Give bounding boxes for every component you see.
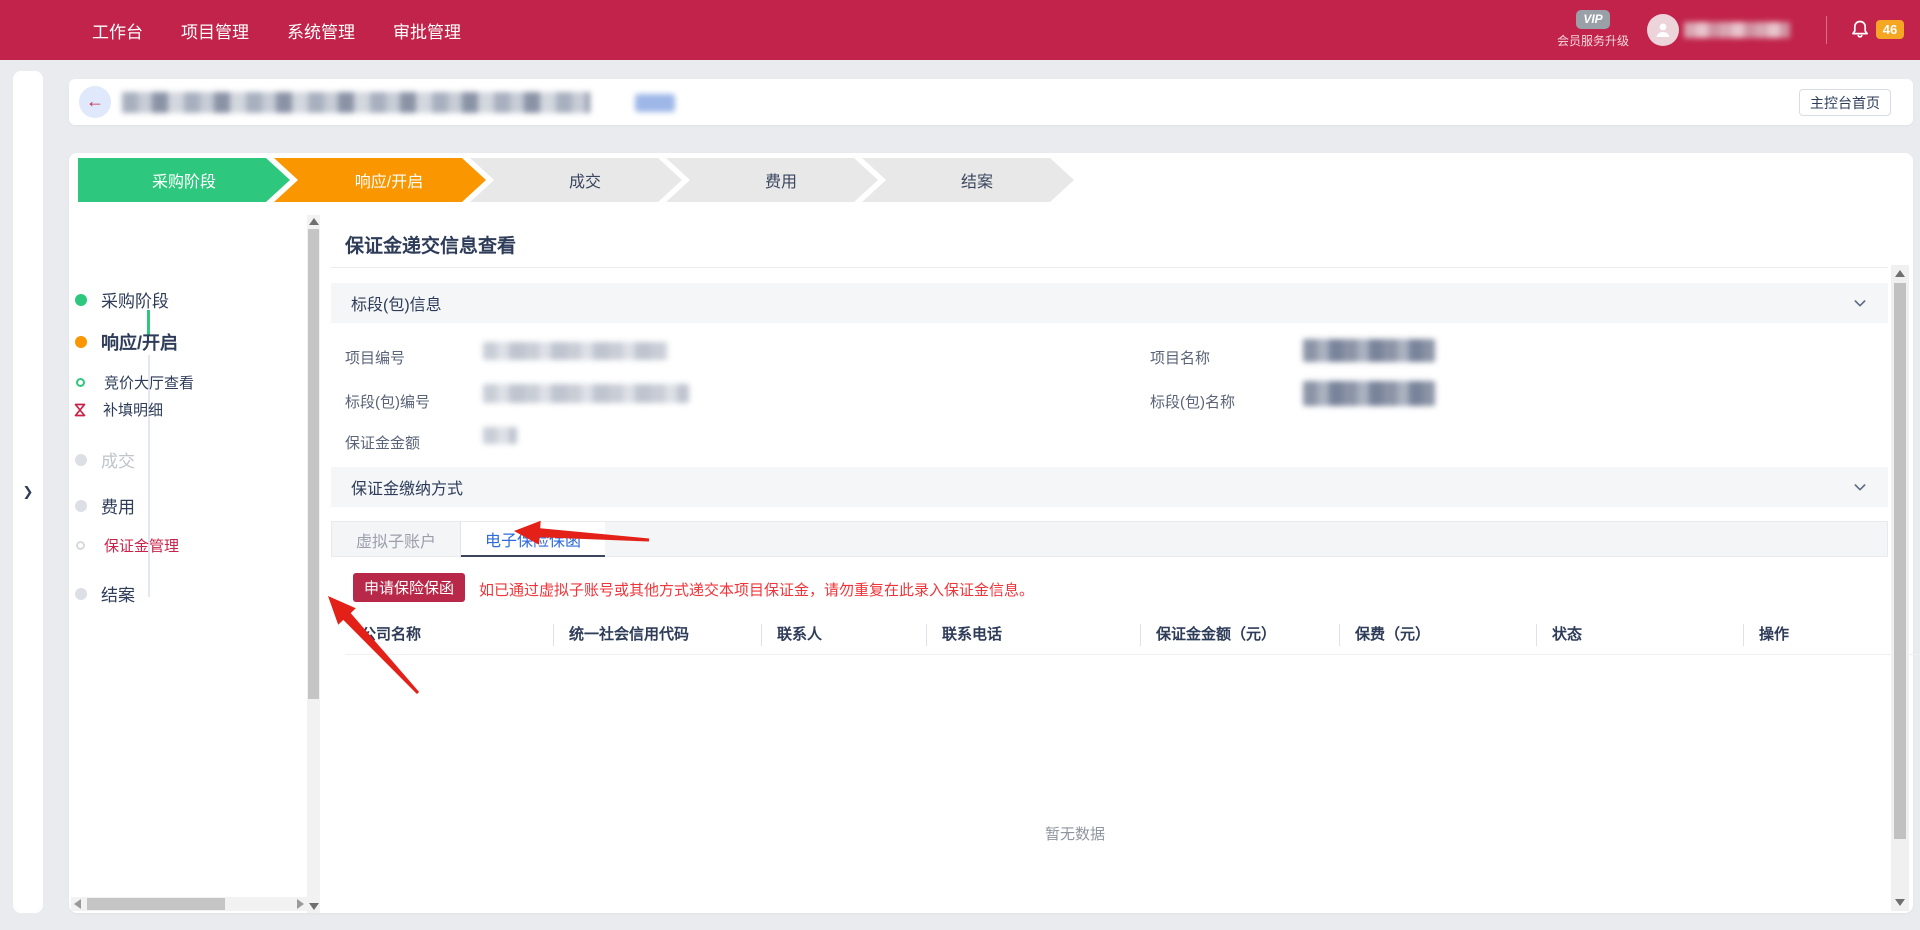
section-payment-method: 保证金缴纳方式 <box>331 467 1888 507</box>
redacted-status-chip <box>635 94 675 112</box>
step-closing[interactable]: 结案 <box>862 158 1074 202</box>
field-label-deposit-amount: 保证金金额 <box>345 432 420 453</box>
menu-item-system-management[interactable]: 系统管理 <box>287 18 355 43</box>
sidebar-label: 保证金管理 <box>104 535 179 556</box>
page-header-card: ← 主控台首页 <box>69 79 1913 125</box>
drawer-expand-chevron-icon[interactable]: ❯ <box>19 483 37 501</box>
section-title: 标段(包)信息 <box>351 291 442 315</box>
duplicate-deposit-warning: 如已通过虚拟子账号或其他方式递交本项目保证金，请勿重复在此录入保证金信息。 <box>479 579 1034 600</box>
step-deal[interactable]: 成交 <box>470 158 682 202</box>
column-contact-phone: 联系电话 <box>926 623 1140 644</box>
sidebar-label: 费用 <box>101 493 135 518</box>
gray-dot-icon <box>75 454 87 466</box>
collapse-chevron-icon[interactable] <box>1852 479 1868 495</box>
console-home-button[interactable]: 主控台首页 <box>1799 89 1891 116</box>
payment-tabs: 虚拟子账户 电子保险保函 <box>331 521 1888 557</box>
step-response-open[interactable]: 响应/开启 <box>274 158 486 202</box>
page-title: 保证金递交信息查看 <box>345 231 516 258</box>
orange-dot-icon <box>75 336 87 348</box>
main-panel: 保证金递交信息查看 标段(包)信息 项目编号 项目名称 标段(包)编号 标段(包… <box>262 211 1888 913</box>
tab-electronic-insurance-letter[interactable]: 电子保险保函 <box>461 521 605 557</box>
user-avatar[interactable] <box>1647 14 1679 46</box>
sidebar-label: 成交 <box>101 447 135 472</box>
menu-item-workbench[interactable]: 工作台 <box>92 18 143 43</box>
sidebar-hscroll-thumb[interactable] <box>87 898 225 910</box>
apply-insurance-letter-button[interactable]: 申请保险保函 <box>353 573 465 602</box>
guarantee-table-header: 公司名称 统一社会信用代码 联系人 联系电话 保证金金额（元） 保费（元） 状态… <box>345 613 1920 655</box>
notification-count-badge[interactable]: 46 <box>1876 20 1904 39</box>
content-card: 采购阶段 响应/开启 成交 费用 结案 采购阶段 响应/开启 竞价大厅查看 <box>69 153 1913 913</box>
notification-bell-icon[interactable] <box>1848 18 1872 42</box>
redacted-project-name <box>1303 339 1435 362</box>
hourglass-icon <box>72 402 88 418</box>
top-menu: 工作台 项目管理 系统管理 审批管理 <box>92 18 461 43</box>
redacted-project-title <box>122 92 590 113</box>
process-steps: 采购阶段 响应/开启 成交 费用 结案 <box>78 158 1074 202</box>
column-deposit-amount: 保证金金额（元） <box>1140 623 1339 644</box>
menu-item-approval-management[interactable]: 审批管理 <box>393 18 461 43</box>
redacted-username <box>1684 22 1790 38</box>
sidebar-item-response-open[interactable]: 响应/开启 <box>75 329 178 355</box>
redacted-lot-no <box>483 384 689 403</box>
redacted-deposit-amount <box>483 427 517 444</box>
redacted-project-no <box>483 342 668 360</box>
sidebar-item-deposit-management[interactable]: 保证金管理 <box>76 535 179 556</box>
menu-item-project-management[interactable]: 项目管理 <box>181 18 249 43</box>
column-company-name: 公司名称 <box>345 623 553 644</box>
scroll-left-arrow-icon[interactable] <box>74 899 81 909</box>
sidebar-item-fees[interactable]: 费用 <box>75 493 135 518</box>
field-label-project-name: 项目名称 <box>1150 347 1210 368</box>
column-credit-code: 统一社会信用代码 <box>553 623 761 644</box>
content-vertical-scrollbar[interactable] <box>1891 265 1909 911</box>
gray-ring-icon <box>76 541 85 550</box>
green-ring-icon <box>76 378 85 387</box>
section-title: 保证金缴纳方式 <box>351 475 463 499</box>
gray-dot-icon <box>75 500 87 512</box>
app-root: 工作台 项目管理 系统管理 审批管理 VIP 会员服务升级 46 ❯ ← 主控台… <box>0 0 1920 930</box>
vip-upgrade[interactable]: VIP 会员服务升级 <box>1557 10 1629 49</box>
step-fees[interactable]: 费用 <box>666 158 878 202</box>
sidebar-item-closing[interactable]: 结案 <box>75 581 135 606</box>
sidebar-label: 竞价大厅查看 <box>104 372 194 393</box>
scroll-up-arrow-icon[interactable] <box>1895 270 1905 277</box>
collapse-chevron-icon[interactable] <box>1852 295 1868 311</box>
sidebar-label: 结案 <box>101 581 135 606</box>
field-label-lot-name: 标段(包)名称 <box>1150 391 1235 412</box>
sidebar-label: 补填明细 <box>103 399 163 420</box>
column-contact-person: 联系人 <box>761 623 926 644</box>
person-icon <box>1653 20 1673 40</box>
green-dot-icon <box>75 294 87 306</box>
vip-caption: 会员服务升级 <box>1557 32 1629 49</box>
column-premium: 保费（元） <box>1339 623 1536 644</box>
tab-virtual-subaccount[interactable]: 虚拟子账户 <box>332 522 461 558</box>
field-label-project-no: 项目编号 <box>345 347 405 368</box>
empty-table-placeholder: 暂无数据 <box>262 823 1888 844</box>
sidebar-item-deal[interactable]: 成交 <box>75 447 135 472</box>
redacted-lot-name <box>1303 381 1435 406</box>
top-nav-bar: 工作台 项目管理 系统管理 审批管理 VIP 会员服务升级 46 <box>0 0 1920 60</box>
vip-icon: VIP <box>1576 10 1609 29</box>
sidebar-label: 采购阶段 <box>101 287 169 312</box>
sidebar-label: 响应/开启 <box>101 329 178 355</box>
divider <box>331 267 1888 268</box>
scroll-down-arrow-icon[interactable] <box>1895 899 1905 906</box>
column-status: 状态 <box>1536 623 1743 644</box>
step-procurement-stage[interactable]: 采购阶段 <box>78 158 290 202</box>
sidebar-item-supplement-details[interactable]: 补填明细 <box>72 399 163 420</box>
gray-dot-icon <box>75 588 87 600</box>
sidebar-item-bidding-hall[interactable]: 竞价大厅查看 <box>76 372 194 393</box>
back-button[interactable]: ← <box>79 86 111 118</box>
section-lot-info: 标段(包)信息 <box>331 283 1888 323</box>
left-drawer-strip: ❯ <box>13 71 43 913</box>
field-label-lot-no: 标段(包)编号 <box>345 391 430 412</box>
topbar-divider <box>1826 16 1827 44</box>
content-vscroll-thumb[interactable] <box>1894 283 1906 839</box>
sidebar-item-procurement-stage[interactable]: 采购阶段 <box>75 287 169 312</box>
